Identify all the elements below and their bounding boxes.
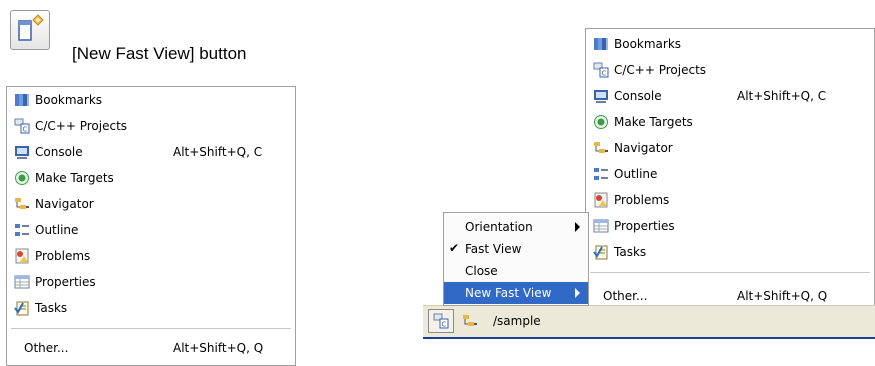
properties-icon <box>593 219 609 233</box>
menu-item-label: Bookmarks <box>35 93 103 107</box>
status-bar <box>423 305 875 337</box>
menu-item-outline[interactable]: Outline <box>7 217 295 243</box>
menu-item-label: Navigator <box>614 141 673 155</box>
menu-item-cpp-projects[interactable]: C C/C++ Projects <box>586 57 874 83</box>
submenu-arrow-icon <box>575 222 580 232</box>
problems-icon <box>15 248 29 264</box>
navigator-icon <box>15 198 29 209</box>
cpp-projects-icon: C <box>14 118 30 134</box>
menu-item-cpp-projects[interactable]: C C/C++ Projects <box>7 113 295 139</box>
menu-item-label: Other... <box>24 341 69 355</box>
bookmarks-icon <box>15 94 29 106</box>
navigator-icon <box>594 142 608 153</box>
menu-item-properties[interactable]: Properties <box>7 269 295 295</box>
outline-icon <box>594 168 608 180</box>
menu-item-label: C/C++ Projects <box>35 119 128 133</box>
menu-item-tasks[interactable]: Tasks <box>586 239 874 265</box>
checkmark-icon: ✔ <box>449 241 460 255</box>
make-targets-icon <box>594 115 608 129</box>
menu-separator <box>11 328 291 329</box>
fast-view-toolbar-button[interactable]: C <box>428 309 454 333</box>
bookmarks-icon <box>594 38 608 50</box>
menu-item-label: Problems <box>35 249 91 263</box>
status-bar-edge <box>423 337 875 339</box>
menu-item-label: Console <box>614 89 662 103</box>
menu-item-label: Other... <box>603 289 648 303</box>
menu-item-label: Navigator <box>35 197 94 211</box>
svg-text:C: C <box>602 70 607 78</box>
menu-item-console[interactable]: Console Alt+Shift+Q, C <box>7 139 295 165</box>
menu-item-label: Problems <box>614 193 670 207</box>
make-targets-icon <box>15 171 29 185</box>
left-show-view-menu: Bookmarks C C/C++ Projects Console Alt+S… <box>6 86 296 366</box>
fast-view-context-menu: Orientation ✔ Fast View Close New Fast V… <box>443 212 589 306</box>
problems-icon <box>594 192 608 208</box>
menu-item-accelerator: Alt+Shift+Q, Q <box>737 289 828 303</box>
menu-item-bookmarks[interactable]: Bookmarks <box>7 87 295 113</box>
menu-item-navigator[interactable]: Navigator <box>7 191 295 217</box>
console-icon <box>594 90 608 103</box>
console-icon <box>15 146 29 159</box>
new-fast-view-button[interactable] <box>10 10 50 50</box>
menu-item-other[interactable]: Other... Alt+Shift+Q, Q <box>7 335 295 361</box>
new-fast-view-icon <box>18 14 44 41</box>
navigator-icon[interactable] <box>462 313 478 329</box>
cpp-projects-icon: C <box>593 62 609 78</box>
submenu-arrow-icon <box>575 288 580 298</box>
properties-icon <box>14 275 30 289</box>
menu-item-outline[interactable]: Outline <box>586 161 874 187</box>
menu-item-label: Properties <box>35 275 96 289</box>
menu-item-problems[interactable]: Problems <box>586 187 874 213</box>
menu-item-properties[interactable]: Properties <box>586 213 874 239</box>
menu-item-bookmarks[interactable]: Bookmarks <box>586 31 874 57</box>
cpp-projects-icon: C <box>433 313 449 329</box>
menu-item-navigator[interactable]: Navigator <box>586 135 874 161</box>
menu-item-label: Tasks <box>35 301 68 315</box>
context-item-new-fast-view[interactable]: New Fast View <box>444 282 588 304</box>
menu-separator <box>590 272 870 273</box>
menu-item-console[interactable]: Console Alt+Shift+Q, C <box>586 83 874 109</box>
menu-item-label: Outline <box>614 167 658 181</box>
svg-text:C: C <box>23 126 28 134</box>
menu-item-label: Properties <box>614 219 675 233</box>
menu-item-accelerator: Alt+Shift+Q, C <box>173 145 263 159</box>
context-item-label: Close <box>465 264 498 278</box>
svg-text:C: C <box>442 321 447 329</box>
tasks-icon <box>593 245 608 260</box>
menu-item-make-targets[interactable]: Make Targets <box>586 109 874 135</box>
menu-item-label: Tasks <box>614 245 647 259</box>
right-new-fast-view-menu: Bookmarks C C/C++ Projects Console Alt+S… <box>585 28 875 308</box>
menu-item-tasks[interactable]: Tasks <box>7 295 295 321</box>
menu-item-accelerator: Alt+Shift+Q, Q <box>173 341 264 355</box>
menu-item-label: Make Targets <box>614 115 693 129</box>
menu-item-label: Outline <box>35 223 79 237</box>
tasks-icon <box>14 301 29 316</box>
menu-item-label: Bookmarks <box>614 37 682 51</box>
context-item-fast-view[interactable]: ✔ Fast View <box>444 238 588 260</box>
menu-item-problems[interactable]: Problems <box>7 243 295 269</box>
context-item-label: Fast View <box>465 242 522 256</box>
menu-item-accelerator: Alt+Shift+Q, C <box>737 89 827 103</box>
context-item-orientation[interactable]: Orientation <box>444 216 588 238</box>
context-item-close[interactable]: Close <box>444 260 588 282</box>
outline-icon <box>15 224 29 236</box>
status-path: /sample <box>493 314 541 328</box>
menu-item-label: Make Targets <box>35 171 114 185</box>
menu-item-label: Console <box>35 145 83 159</box>
context-item-label: New Fast View <box>465 286 552 300</box>
menu-item-label: C/C++ Projects <box>614 63 707 77</box>
caption: [New Fast View] button <box>72 44 247 63</box>
context-item-label: Orientation <box>465 220 533 234</box>
menu-item-make-targets[interactable]: Make Targets <box>7 165 295 191</box>
